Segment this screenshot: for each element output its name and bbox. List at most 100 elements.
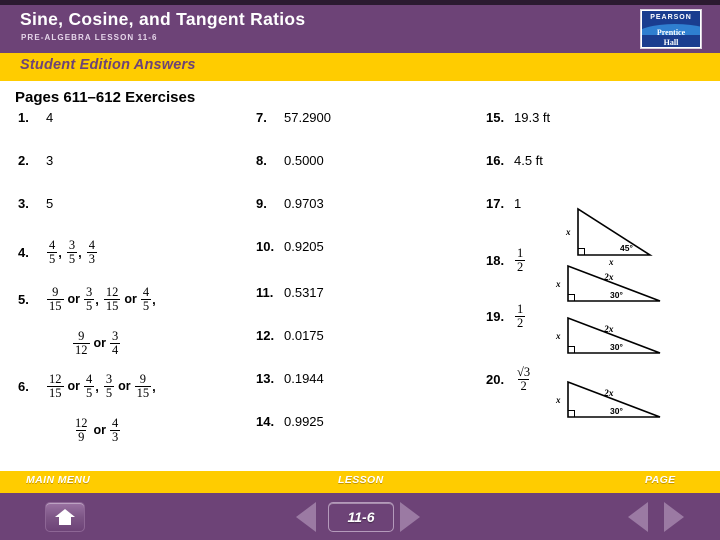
answer-number: 14. [256,414,275,429]
answer-operator: or [124,292,137,307]
fraction-denominator: 15 [47,298,64,313]
fraction: 35 [103,372,115,400]
answer-item: 11. 0.5317 [256,285,324,300]
fraction: 12 [515,303,526,330]
page-next-button[interactable] [664,502,684,532]
svg-text:2x: 2x [603,325,614,335]
fraction-numerator: 3 [68,238,76,252]
answer-number: 3. [18,196,29,211]
fraction: 9 15 [134,373,152,400]
triangle-18: x 2x 30° [548,261,678,311]
answer-number: 9. [256,196,267,211]
home-icon [55,509,75,525]
answer-item: 19. 1 2 [486,303,526,330]
answer-item: 7. 57.2900 [256,110,331,125]
svg-text:x: x [555,331,561,341]
fraction-denominator: 5 [84,385,95,400]
exercises-heading: Pages 611–612 Exercises [15,89,196,106]
svg-text:2x: 2x [603,273,614,283]
slide-header: Sine, Cosine, and Tangent Ratios PRE-ALG… [0,5,720,53]
answer-separator: , [58,244,62,260]
fraction-denominator: 5 [103,385,115,400]
fraction-denominator: 2 [515,315,526,330]
answer-item: 5. 9 15 or 3 5, 12 15 or 4 5, [18,286,160,313]
fraction: 43 [86,238,97,266]
fraction-numerator: 12 [75,416,88,430]
answer-item: 8. 0.5000 [256,153,324,168]
answer-item: 20. √3 2 [486,366,533,393]
fraction: 43 [110,416,121,444]
answer-item: 12 9 or 4 3 [44,417,121,444]
answer-number: 16. [486,153,505,168]
fraction-denominator: 3 [86,251,97,266]
fraction-numerator: 12 [105,285,119,299]
page-title: Sine, Cosine, and Tangent Ratios [20,9,306,29]
svg-text:45°: 45° [620,243,633,253]
answer-value: 0.5000 [284,153,324,168]
answer-number: 18. [486,252,505,268]
svg-text:x: x [555,279,561,289]
fraction-denominator: 9 [76,429,87,444]
answer-separator: , [152,378,156,394]
fraction-denominator: 2 [518,378,529,393]
fraction: 45 [140,285,152,313]
answer-number: 7. [256,110,267,125]
svg-text:30°: 30° [610,406,623,416]
svg-text:x: x [555,395,561,405]
svg-text:x: x [565,227,571,237]
fraction: 45 [84,372,95,400]
page-label: PAGE [645,474,676,486]
fraction-denominator: 5 [140,298,152,313]
answer-number: 17. [486,196,505,211]
page-prev-button[interactable] [628,502,648,532]
answer-value: 0.5317 [284,285,324,300]
fraction-numerator: 3 [105,372,113,386]
answer-item: 14. 0.9925 [256,414,324,429]
lesson-prev-button[interactable] [296,502,316,532]
triangle-19: x 2x 30° [548,313,678,363]
logo-imprint-line2: Hall [663,37,679,47]
fraction-denominator: 5 [84,298,95,313]
fraction-numerator: 4 [49,238,56,252]
answer-value: 4 [46,110,54,125]
triangle-20: x 2x 30° [548,377,678,427]
answer-value: 3 [46,153,54,168]
fraction-numerator: 4 [88,238,95,252]
fraction: 12 15 [47,373,64,400]
fraction-denominator: 4 [110,342,121,357]
answer-operator: or [67,379,81,394]
answer-value: 0.1944 [284,371,324,386]
answer-value: 0.9703 [284,196,324,211]
answer-number: 2. [18,153,29,168]
fraction-numerator: 4 [112,416,119,430]
answer-separator: , [95,378,99,394]
banner-label: Student Edition Answers [20,57,196,73]
answer-item: 12. 0.0175 [256,328,324,343]
answer-number: 19. [486,308,505,324]
answer-number: 20. [486,371,505,387]
main-menu-home-button[interactable] [45,502,85,532]
answer-number: 8. [256,153,267,168]
answer-value: 5 [46,196,54,211]
fraction-denominator: 5 [47,251,58,266]
fraction-denominator: 12 [73,342,90,357]
fraction-numerator: 4 [142,285,150,299]
answer-number: 1. [18,110,29,125]
answer-value: 0.9925 [284,414,324,429]
fraction: 12 [515,247,526,274]
lesson-number-button[interactable]: 11-6 [328,502,394,532]
lesson-next-button[interactable] [400,502,420,532]
answer-operator: or [93,423,107,438]
fraction-numerator: 3 [86,285,93,299]
fraction: 35 [84,285,95,313]
answer-item: 16. 4.5 ft [486,153,543,168]
answer-value: 4.5 ft [514,153,543,168]
fraction-numerator: 3 [112,329,119,343]
answer-item: 15. 19.3 ft [486,110,550,125]
answer-separator: , [95,291,99,307]
fraction-numerator: 4 [86,372,93,386]
fraction-numerator: 12 [49,372,62,386]
answer-operator: or [93,336,107,351]
triangle-17: x x 45° [554,203,672,267]
answer-number: 5. [18,291,29,307]
